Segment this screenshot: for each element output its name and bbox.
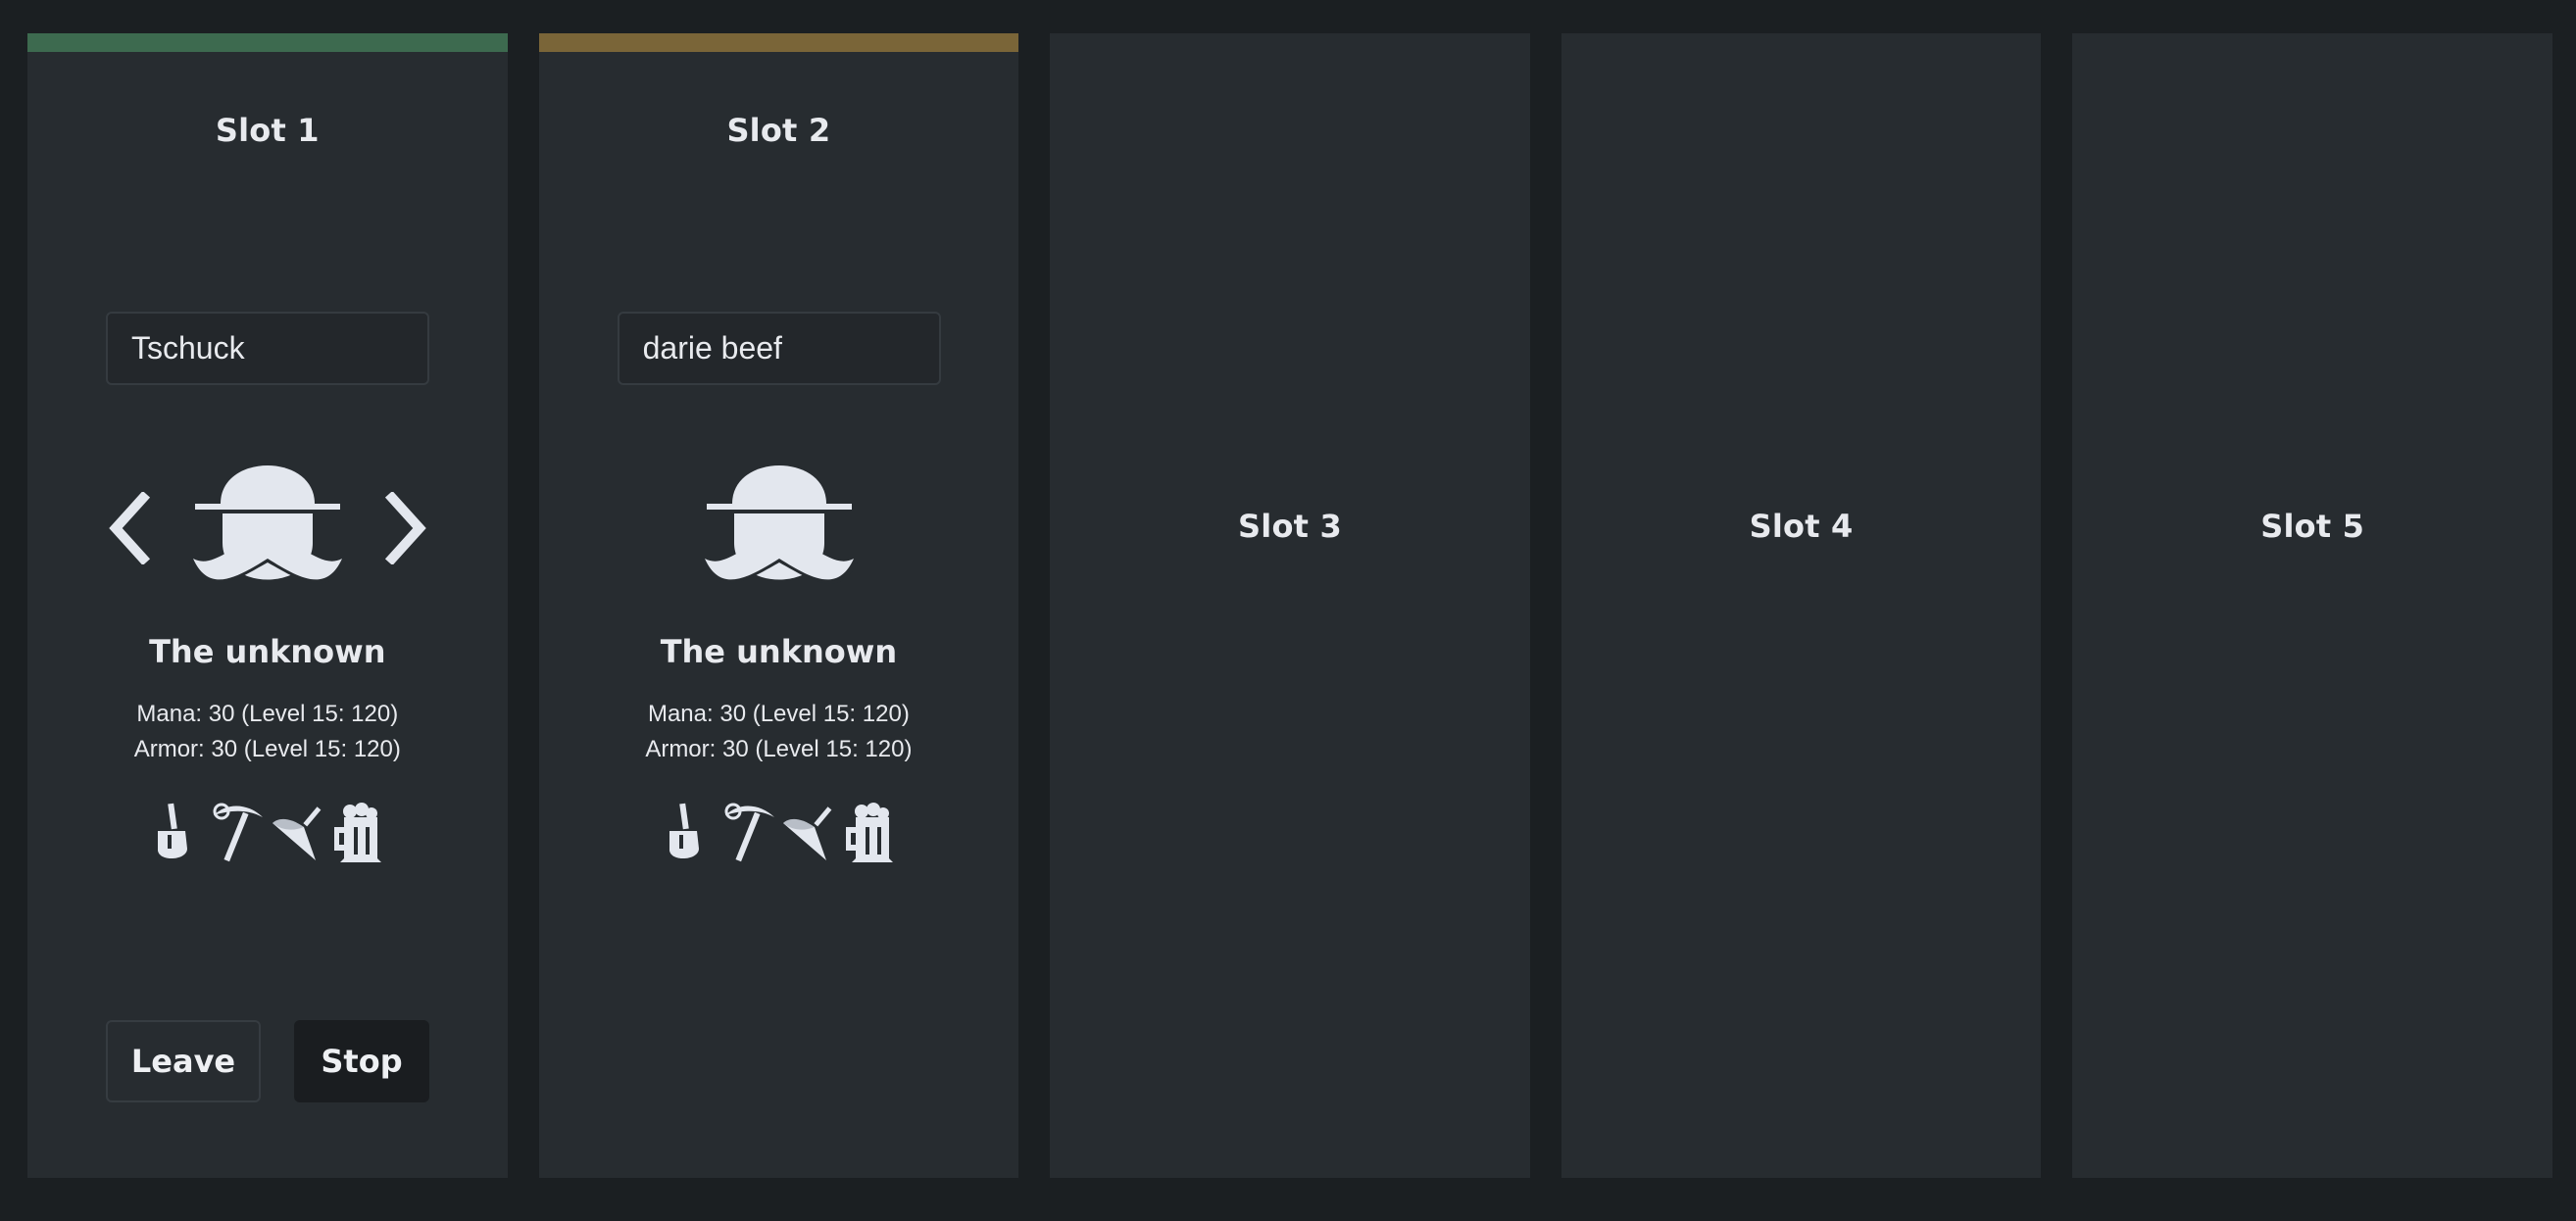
- slot-1-tools: [150, 802, 385, 866]
- pickaxe-icon: [721, 802, 776, 864]
- chevron-left-icon[interactable]: [106, 492, 155, 564]
- leave-button[interactable]: Leave: [106, 1020, 261, 1102]
- spinning-top-icon: [781, 802, 836, 864]
- spinning-top-icon: [271, 802, 325, 864]
- slot-1-status-bar: [27, 33, 508, 52]
- bowler-hat-mustache-icon: [701, 455, 858, 602]
- slot-3-title: Slot 3: [1238, 508, 1342, 545]
- shovel-icon: [150, 802, 205, 864]
- slot-4-title: Slot 4: [1749, 508, 1854, 545]
- slot-1-class-name: The unknown: [149, 633, 386, 670]
- stop-button[interactable]: Stop: [294, 1020, 429, 1102]
- slot-2-mana: Mana: 30 (Level 15: 120): [647, 701, 910, 727]
- chevron-right-icon[interactable]: [380, 492, 429, 564]
- slot-5-title: Slot 5: [2260, 508, 2365, 545]
- slot-2-title: Slot 2: [726, 112, 831, 149]
- bowler-hat-mustache-icon: [189, 455, 346, 602]
- slot-2-class-name: The unknown: [660, 633, 898, 670]
- slot-1: Slot 1 The unknown Mana: 30 (Level 15: 1…: [27, 33, 508, 1178]
- slot-1-armor: Armor: 30 (Level 15: 120): [133, 736, 401, 762]
- slot-1-title: Slot 1: [215, 112, 320, 149]
- slot-2-armor: Armor: 30 (Level 15: 120): [645, 736, 913, 762]
- slot-2-tools: [662, 802, 897, 866]
- slot-3[interactable]: Slot 3: [1050, 33, 1530, 1178]
- slot-2-name-input[interactable]: [617, 312, 941, 385]
- slot-2: Slot 2 The unknown Mana: 30 (Level 15: 1…: [538, 33, 1019, 1178]
- slot-1-avatar-row: [27, 455, 508, 602]
- pickaxe-icon: [210, 802, 265, 864]
- shovel-icon: [662, 802, 717, 864]
- slot-1-mana: Mana: 30 (Level 15: 120): [136, 701, 399, 727]
- slot-grid: Slot 1 The unknown Mana: 30 (Level 15: 1…: [27, 33, 2552, 1178]
- slot-1-name-input[interactable]: [106, 312, 429, 385]
- slot-4[interactable]: Slot 4: [1560, 33, 2042, 1178]
- beer-mug-icon: [842, 802, 897, 864]
- slot-5[interactable]: Slot 5: [2072, 33, 2552, 1178]
- slot-2-status-bar: [538, 33, 1019, 52]
- slot-2-avatar-row: [539, 455, 1019, 602]
- beer-mug-icon: [330, 802, 385, 864]
